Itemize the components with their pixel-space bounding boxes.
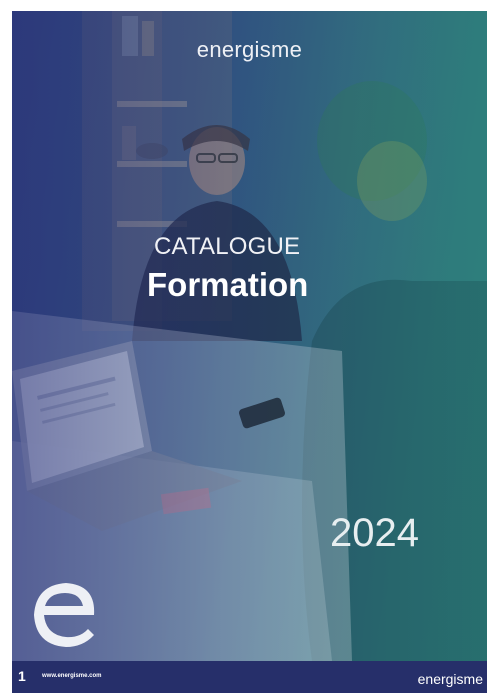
color-gradient-overlay [12, 11, 487, 661]
catalogue-year: 2024 [330, 511, 419, 555]
energisme-e-logo-icon [34, 583, 95, 647]
brand-wordmark-top: energisme [196, 37, 303, 62]
brand-wordmark-footer: energisme [417, 671, 483, 687]
page-footer: 1 www.energisme.com energisme [12, 661, 487, 693]
formation-title: Formation [147, 266, 309, 303]
page-number: 1 [18, 668, 26, 684]
catalogue-cover-page: energisme CATALOGUE Formation 2024 1 www… [12, 11, 487, 693]
catalogue-title: CATALOGUE [154, 233, 301, 260]
website-link[interactable]: www.energisme.com [42, 673, 101, 679]
cover-image-area: energisme CATALOGUE Formation 2024 [12, 11, 487, 661]
